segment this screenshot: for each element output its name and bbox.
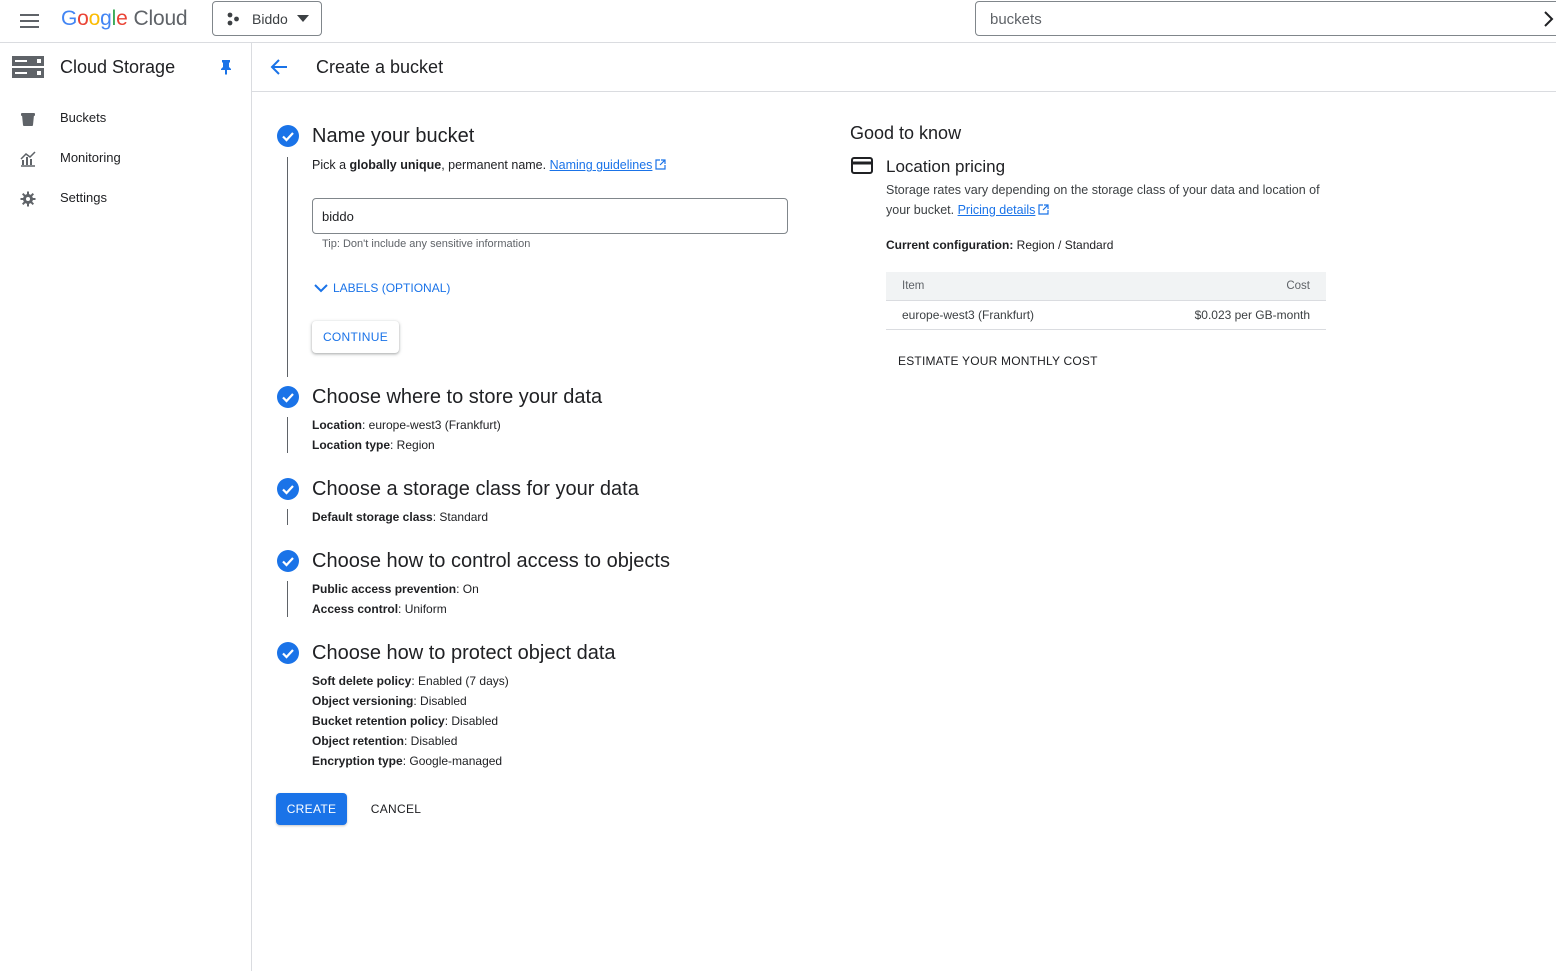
monitoring-chart-icon [20,151,36,167]
naming-guidelines-link[interactable]: Naming guidelines [550,158,653,172]
sidebar-item-label: Buckets [60,110,107,125]
step-title: Choose a storage class for your data [312,478,639,500]
sidebar-item-label: Settings [60,190,107,205]
sidebar-item-label: Monitoring [60,150,121,165]
step-connector [287,157,288,377]
bucket-icon [21,113,35,126]
step-detail: Default storage class: Standard [312,510,489,524]
step-title: Choose where to store your data [312,386,603,408]
pricing-table: Item Cost europe-west3 (Frankfurt) $0.02… [886,272,1326,330]
table-header-row: Item Cost [886,272,1326,301]
check-circle-icon [277,642,299,664]
google-cloud-logo[interactable]: Google Cloud [61,7,188,31]
pin-icon[interactable] [220,59,232,75]
column-header-cost: Cost [1117,272,1326,301]
gear-icon [20,191,36,207]
project-name: Biddo [252,11,288,27]
page-title: Create a bucket [316,57,444,77]
input-tip: Tip: Don't include any sensitive informa… [322,238,531,250]
pricing-details-link[interactable]: Pricing details [958,203,1036,217]
step-detail: Object versioning: Disabled [312,694,467,708]
sidebar-item-settings[interactable]: Settings [0,181,250,217]
step-detail: Location type: Region [312,438,435,452]
left-nav: Cloud Storage Buckets Monitoring Setting… [0,43,252,971]
page-header: Create a bucket [252,43,1556,92]
create-button[interactable]: CREATE [276,793,347,825]
check-circle-icon [277,550,299,572]
step-intro: Pick a globally unique, permanent name. … [312,158,667,172]
back-arrow-icon[interactable] [270,58,288,76]
project-selector[interactable]: Biddo [212,1,322,36]
location-pricing-description: Storage rates vary depending on the stor… [886,183,1320,217]
step-detail: Access control: Uniform [312,602,447,616]
step-detail: Object retention: Disabled [312,734,458,748]
project-icon [227,12,239,26]
caret-down-icon [297,15,309,22]
product-title: Cloud Storage [60,57,176,77]
cancel-button[interactable]: CANCEL [360,793,432,825]
good-to-know-heading: Good to know [850,123,962,143]
location-pricing-title: Location pricing [886,157,1006,176]
logo-google-text: Google [61,7,128,30]
estimate-monthly-cost-button[interactable]: ESTIMATE YOUR MONTHLY COST [898,354,1098,368]
step-title: Choose how to control access to objects [312,550,670,572]
chevron-right-icon[interactable] [1544,11,1554,27]
check-circle-icon [277,478,299,500]
step-detail: Public access prevention: On [312,582,479,596]
step-detail: Bucket retention policy: Disabled [312,714,499,728]
step-detail: Encryption type: Google-managed [312,754,503,768]
external-link-icon [655,159,667,170]
column-header-item: Item [886,272,1118,301]
step-title: Choose how to protect object data [312,642,616,664]
top-bar: Google Cloud Biddo [0,0,1556,43]
check-circle-icon [277,125,299,147]
search-input[interactable] [990,9,1530,29]
step-connector [287,581,288,617]
step-detail: Soft delete policy: Enabled (7 days) [312,674,509,688]
cloud-storage-icon [12,56,44,78]
current-configuration: Current configuration: Region / Standard [886,238,1114,252]
sidebar-item-buckets[interactable]: Buckets [0,101,250,137]
check-circle-icon [277,386,299,408]
table-row: europe-west3 (Frankfurt) $0.023 per GB-m… [886,300,1326,330]
logo-cloud-text: Cloud [133,7,188,30]
labels-toggle-label: LABELS (OPTIONAL) [333,281,451,295]
continue-button[interactable]: CONTINUE [312,321,399,353]
main-menu-icon[interactable] [18,10,42,32]
bucket-name-input[interactable] [312,198,788,234]
external-link-icon [1038,204,1050,215]
step-connector [287,417,288,453]
sidebar-item-monitoring[interactable]: Monitoring [0,141,250,177]
step-connector [287,509,288,525]
table-cell-cost: $0.023 per GB-month [1117,300,1326,330]
credit-card-icon [851,157,873,174]
search-box[interactable] [975,1,1556,36]
table-cell-item: europe-west3 (Frankfurt) [886,300,1118,330]
step-detail: Location: europe-west3 (Frankfurt) [312,418,501,432]
step-title: Name your bucket [312,125,475,147]
chevron-down-icon [314,284,328,293]
